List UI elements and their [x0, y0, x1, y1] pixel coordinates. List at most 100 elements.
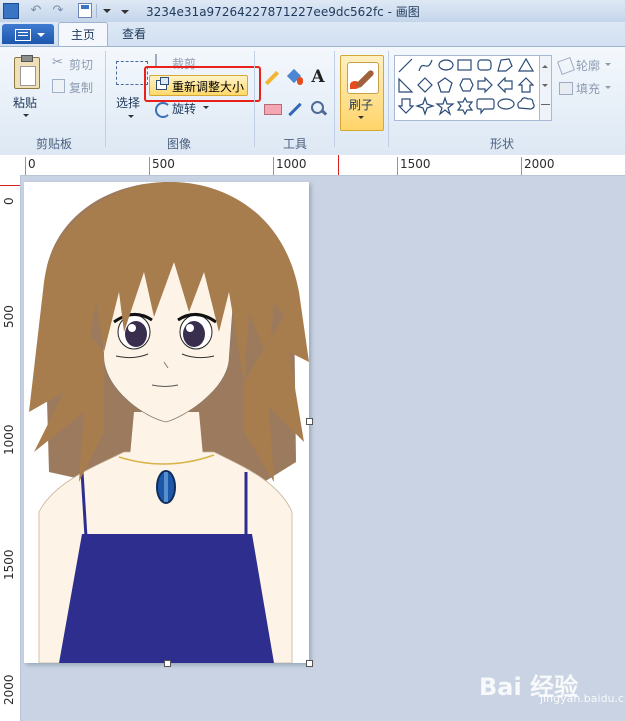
- ruler-label: 0: [28, 157, 36, 171]
- ruler-cursor-marker: [338, 155, 339, 175]
- brushes-label: 刷子: [349, 98, 374, 112]
- resize-highlight-box: [144, 66, 261, 102]
- undo-icon[interactable]: ↶: [28, 3, 44, 19]
- menu-icon: [15, 29, 31, 41]
- paint-app-icon[interactable]: [3, 3, 19, 19]
- right-arrow-shape-icon: [477, 76, 493, 94]
- paint-menu-button[interactable]: [2, 24, 54, 44]
- hexagon-shape-icon: [459, 78, 474, 92]
- drawing-canvas[interactable]: [24, 182, 309, 663]
- six-point-star-shape-icon: [456, 96, 474, 116]
- brush-icon: [347, 62, 379, 94]
- ribbon-tab-row: 主页 查看: [0, 22, 625, 47]
- rotate-button[interactable]: 旋转: [172, 100, 196, 117]
- vertical-ruler: 0 500 1000 1500 2000: [0, 175, 21, 721]
- group-divider: [388, 51, 389, 147]
- rectangle-shape-icon: [457, 59, 472, 71]
- fill-bucket-icon[interactable]: [285, 67, 305, 87]
- resize-handle-corner[interactable]: [306, 660, 313, 667]
- scissors-icon: ✂: [52, 55, 63, 70]
- ruler-label: 0: [2, 197, 16, 205]
- watermark-url: jingyan.baidu.com: [540, 692, 625, 705]
- fill-button[interactable]: 填充: [576, 80, 600, 97]
- brushes-dropdown-icon: [358, 116, 364, 122]
- up-arrow-shape-icon: [517, 77, 535, 93]
- shapes-scroll[interactable]: [539, 55, 552, 121]
- eraser-icon[interactable]: [262, 99, 282, 119]
- ruler-tick: [25, 157, 26, 175]
- scroll-down-icon[interactable]: [542, 84, 548, 90]
- ruler-label: 1000: [276, 157, 307, 171]
- outline-icon: [557, 57, 575, 75]
- ruler-label: 1500: [400, 157, 431, 171]
- group-divider: [334, 51, 335, 147]
- clipboard-group-label: 剪贴板: [36, 137, 73, 151]
- anime-girl-illustration: [29, 182, 309, 663]
- title-bar: ↶ ↷ 3234e31a97264227871227ee9dc562fc - 画…: [0, 0, 625, 23]
- paste-button[interactable]: 粘贴: [13, 94, 37, 111]
- ruler-cursor-marker: [0, 185, 20, 186]
- polygon-shape-icon: [497, 58, 513, 72]
- copy-icon: [52, 79, 65, 93]
- rotate-dropdown-icon[interactable]: [203, 106, 209, 112]
- ruler-label: 500: [152, 157, 175, 171]
- ruler-tick: [521, 157, 522, 175]
- rounded-rectangle-shape-icon: [477, 59, 492, 71]
- image-group-label: 图像: [167, 137, 192, 151]
- pencil-icon[interactable]: [262, 67, 282, 87]
- select-button[interactable]: 选择: [116, 94, 140, 111]
- oval-shape-icon: [438, 59, 454, 71]
- color-picker-icon[interactable]: [285, 99, 305, 119]
- brushes-button[interactable]: 刷子: [340, 55, 384, 131]
- resize-handle-bottom[interactable]: [164, 660, 171, 667]
- outline-dropdown-icon[interactable]: [605, 63, 611, 69]
- rounded-callout-shape-icon: [476, 98, 495, 115]
- tab-home[interactable]: 主页: [58, 22, 108, 47]
- diamond-shape-icon: [417, 77, 433, 93]
- triangle-shape-icon: [517, 57, 535, 72]
- fill-shape-icon: [559, 82, 573, 95]
- tab-view[interactable]: 查看: [110, 22, 158, 46]
- properties-icon[interactable]: [101, 3, 113, 19]
- rotate-icon: [155, 102, 171, 118]
- cut-button[interactable]: 剪切: [69, 56, 93, 73]
- pentagon-shape-icon: [437, 77, 453, 93]
- text-tool-icon[interactable]: A: [308, 67, 328, 87]
- right-triangle-shape-icon: [398, 77, 414, 93]
- left-arrow-shape-icon: [497, 76, 513, 94]
- shapes-group-label: 形状: [490, 137, 515, 151]
- group-divider: [105, 51, 106, 147]
- horizontal-ruler: 0 500 1000 1500 2000: [0, 155, 625, 176]
- cloud-callout-shape-icon: [517, 97, 535, 110]
- save-icon[interactable]: [78, 3, 92, 18]
- chevron-down-icon: [37, 33, 45, 41]
- redo-icon[interactable]: ↷: [50, 3, 66, 19]
- ruler-tick: [397, 157, 398, 175]
- ruler-label: 1500: [2, 549, 16, 580]
- fill-dropdown-icon[interactable]: [605, 86, 611, 92]
- outline-button[interactable]: 轮廓: [576, 57, 600, 74]
- four-point-star-shape-icon: [415, 96, 435, 116]
- magnifier-icon[interactable]: [308, 99, 328, 119]
- select-dropdown-icon[interactable]: [128, 115, 134, 121]
- ruler-label: 1000: [2, 424, 16, 455]
- paste-dropdown-icon[interactable]: [23, 114, 29, 120]
- dress: [59, 534, 274, 663]
- customize-quick-access-icon[interactable]: [118, 3, 132, 19]
- ruler-label: 2000: [524, 157, 555, 171]
- ruler-tick: [149, 157, 150, 175]
- line-shape-icon: [398, 58, 413, 73]
- window-title: 3234e31a97264227871227ee9dc562fc - 画图: [146, 5, 420, 19]
- copy-button[interactable]: 复制: [69, 79, 93, 96]
- clipboard-paste-icon[interactable]: [14, 55, 40, 89]
- ribbon: 粘贴 ✂ 剪切 复制 剪贴板 选择 裁剪 重新调整大小 旋转 图像 A 工具 刷…: [0, 46, 625, 156]
- resize-handle-right[interactable]: [306, 418, 313, 425]
- shapes-gallery: [394, 55, 541, 121]
- pendant-shine: [164, 472, 168, 502]
- expand-gallery-icon[interactable]: [541, 104, 550, 105]
- oval-callout-shape-icon: [497, 98, 515, 110]
- ruler-label: 2000: [2, 674, 16, 705]
- tools-group-label: 工具: [283, 137, 308, 151]
- group-divider: [254, 51, 255, 147]
- scroll-up-icon[interactable]: [542, 62, 548, 68]
